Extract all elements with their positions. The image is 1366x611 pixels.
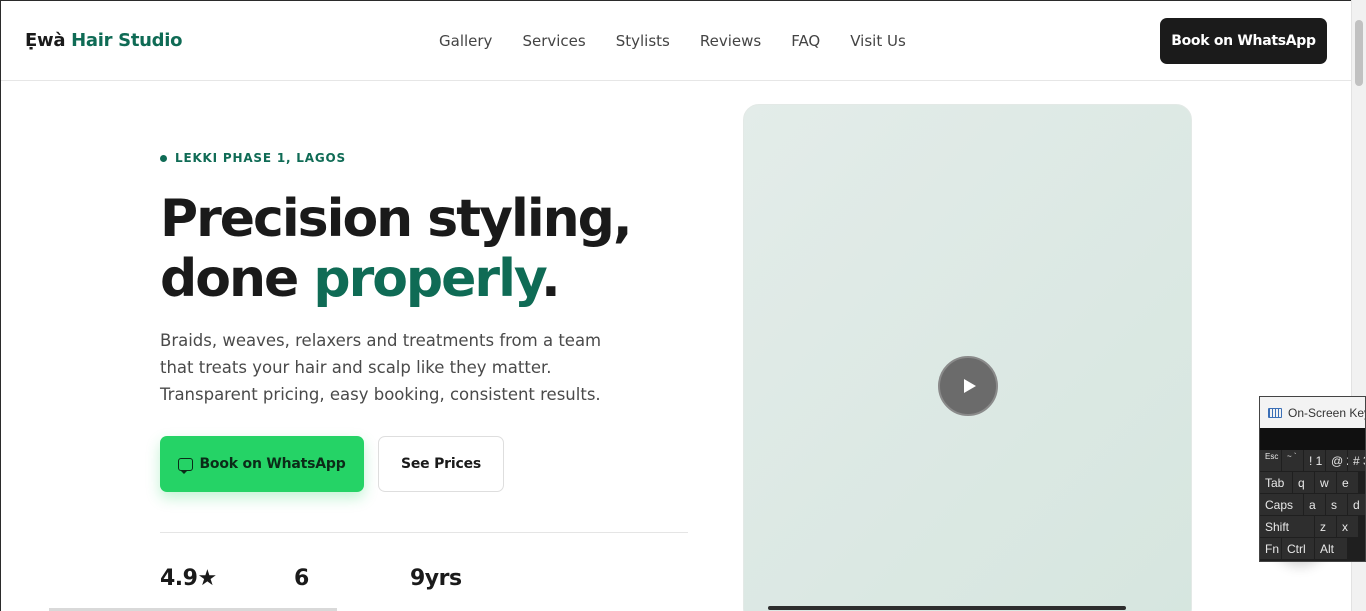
key-z[interactable]: z (1315, 516, 1336, 537)
key-fn[interactable]: Fn (1260, 538, 1281, 559)
header-book-whatsapp-button[interactable]: Book on WhatsApp (1160, 18, 1327, 64)
key-q[interactable]: q (1293, 472, 1314, 493)
key-tilde[interactable]: ~ ` (1282, 450, 1303, 471)
key-caps[interactable]: Caps (1260, 494, 1303, 515)
location-eyebrow: LEKKI PHASE 1, LAGOS (160, 151, 346, 165)
stat-stylists: 6 (294, 566, 309, 591)
logo-suffix: Hair Studio (71, 30, 183, 51)
key-2[interactable]: @ 2 (1326, 450, 1353, 471)
key-3[interactable]: # 3 (1348, 450, 1365, 471)
hero-video-card (743, 104, 1192, 611)
key-e[interactable]: e (1337, 472, 1358, 493)
keyboard-title-bar[interactable]: On-Screen Key (1260, 397, 1365, 428)
description-line: that treats your hair and scalp like the… (160, 358, 552, 377)
key-x[interactable]: x (1337, 516, 1358, 537)
headline-period: . (541, 249, 561, 309)
hero-book-whatsapp-label: Book on WhatsApp (199, 456, 346, 472)
play-icon (963, 379, 976, 393)
scrollbar-thumb[interactable] (1355, 20, 1363, 86)
nav-faq[interactable]: FAQ (791, 32, 820, 50)
logo-name: Ẹwà (25, 30, 66, 51)
stat-years: 9yrs (410, 566, 462, 591)
main-nav: Gallery Services Stylists Reviews FAQ Vi… (439, 32, 936, 50)
keyboard-row: Fn Ctrl Alt (1260, 538, 1365, 560)
description-line: Braids, weaves, relaxers and treatments … (160, 331, 602, 350)
key-1[interactable]: ! 1 (1304, 450, 1325, 471)
chat-bubble-icon (178, 457, 194, 474)
headline-line-2: done properly. (160, 249, 631, 309)
key-s[interactable]: s (1326, 494, 1347, 515)
stat-rating: 4.9★ (160, 566, 217, 591)
video-progress-bar[interactable] (768, 606, 1126, 610)
key-ctrl[interactable]: Ctrl (1282, 538, 1314, 559)
brand-logo[interactable]: Ẹwà Hair Studio (25, 30, 182, 51)
hero-book-whatsapp-button[interactable]: Book on WhatsApp (160, 436, 364, 492)
keyboard-icon (1268, 407, 1282, 418)
stats-divider (160, 532, 688, 533)
on-screen-keyboard: On-Screen Key Esc ~ ` ! 1 @ 2 # 3 Tab q … (1259, 396, 1366, 562)
nav-visit-us[interactable]: Visit Us (850, 32, 906, 50)
play-button[interactable] (938, 356, 998, 416)
keyboard-text-area (1260, 428, 1365, 450)
keyboard-row: Esc ~ ` ! 1 @ 2 # 3 (1260, 450, 1365, 472)
see-prices-button[interactable]: See Prices (378, 436, 504, 492)
nav-gallery[interactable]: Gallery (439, 32, 492, 50)
browser-viewport: Ẹwà Hair Studio Gallery Services Stylist… (0, 0, 1351, 611)
keyboard-row: Tab q w e (1260, 472, 1365, 494)
key-w[interactable]: w (1315, 472, 1336, 493)
location-dot-icon (160, 154, 167, 162)
site-header: Ẹwà Hair Studio Gallery Services Stylist… (1, 1, 1351, 81)
key-d[interactable]: d (1348, 494, 1365, 515)
key-shift[interactable]: Shift (1260, 516, 1314, 537)
headline-accent: properly (313, 249, 543, 309)
hero-headline: Precision styling, done properly. (160, 189, 633, 309)
location-text: LEKKI PHASE 1, LAGOS (175, 151, 346, 165)
keyboard-title: On-Screen Key (1288, 405, 1366, 420)
key-esc[interactable]: Esc (1260, 450, 1281, 471)
key-alt[interactable]: Alt (1315, 538, 1347, 559)
description-line: Transparent pricing, easy booking, consi… (160, 385, 601, 404)
nav-reviews[interactable]: Reviews (700, 32, 761, 50)
headline-line-2-start: done (160, 249, 314, 309)
key-a[interactable]: a (1304, 494, 1325, 515)
keyboard-row: Caps a s d (1260, 494, 1365, 516)
headline-line-1: Precision styling, (160, 189, 633, 249)
keyboard-row: Shift z x (1260, 516, 1365, 538)
nav-stylists[interactable]: Stylists (616, 32, 670, 50)
nav-services[interactable]: Services (522, 32, 585, 50)
hero-description: Braids, weaves, relaxers and treatments … (160, 327, 602, 408)
key-tab[interactable]: Tab (1260, 472, 1292, 493)
